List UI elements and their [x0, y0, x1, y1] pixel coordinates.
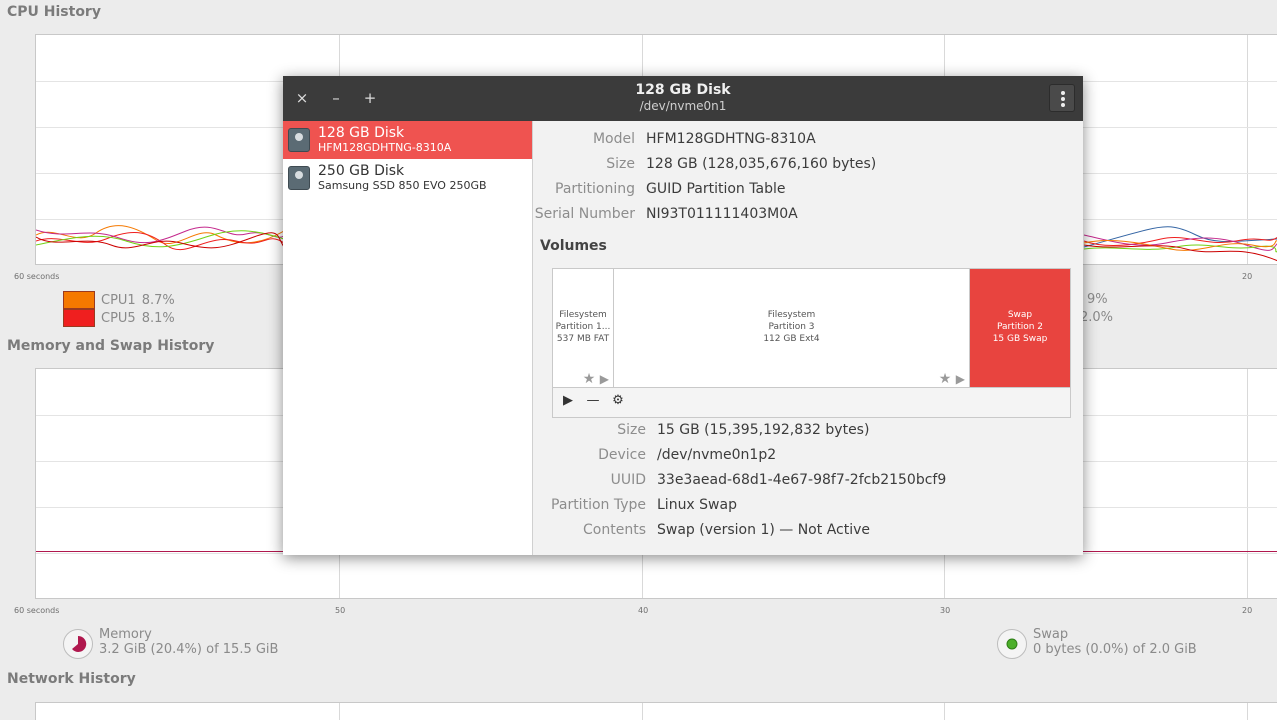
memory-label: Memory: [99, 627, 152, 642]
menu-button[interactable]: [1049, 84, 1075, 112]
serial-label: Serial Number: [534, 206, 635, 222]
partition-2-size: 15 GB Swap: [992, 334, 1048, 344]
window-title: 128 GB Disk /dev/nvme0n1: [283, 82, 1083, 113]
cpu1-label: CPU1: [101, 292, 136, 308]
disks-window: × – + 128 GB Disk /dev/nvme0n1 128 GB Di…: [283, 76, 1083, 555]
cpu1-value: 8.7%: [141, 292, 175, 308]
vol-size-value: 15 GB (15,395,192,832 bytes): [657, 422, 870, 438]
disk-item-250gb[interactable]: 250 GB Disk Samsung SSD 850 EVO 250GB: [283, 159, 532, 197]
cpu1-legend[interactable]: CPU1 8.7%: [63, 291, 175, 309]
swap-legend[interactable]: Swap 0 bytes (0.0%) of 2.0 GiB: [997, 627, 1197, 659]
swap-label: Swap: [1033, 627, 1069, 642]
vol-uuid-value: 33e3aead-68d1-4e67-98f7-2fcb2150bcf9: [657, 472, 947, 488]
cpu-legend-right-1: 9%: [1087, 292, 1108, 307]
vol-contents-row: Contents Swap (version 1) — Not Active: [534, 518, 870, 543]
disk-item-128gb[interactable]: 128 GB Disk HFM128GDHTNG-8310A: [283, 121, 532, 159]
remove-minus-icon[interactable]: —: [584, 393, 602, 408]
memory-history-title: Memory and Swap History: [7, 338, 215, 354]
swap-line: [36, 598, 1277, 599]
cpu1-color-swatch[interactable]: [63, 291, 95, 309]
vol-size-row: Size 15 GB (15,395,192,832 bytes): [534, 418, 869, 443]
star-icon: ★: [938, 371, 952, 387]
partition-1-name: Partition 1...: [555, 322, 611, 332]
settings-gears-icon[interactable]: ⚙: [609, 393, 627, 408]
vol-uuid-label: UUID: [610, 472, 646, 488]
disk-device: /dev/nvme0n1: [639, 99, 727, 113]
partition-3-size: 112 GB Ext4: [763, 334, 820, 344]
size-label: Size: [606, 156, 635, 172]
volumes-heading: Volumes: [540, 238, 607, 254]
partition-2-type: Swap: [1007, 310, 1033, 320]
partition-1-block[interactable]: Filesystem Partition 1... 537 MB FAT ★ ▶: [553, 269, 614, 388]
volume-toolbar: ▶ — ⚙: [553, 387, 1070, 417]
size-row: Size 128 GB (128,035,676,160 bytes): [534, 152, 876, 177]
mem-axis-60: 60 seconds: [14, 606, 60, 615]
cpu5-value: 8.1%: [141, 310, 175, 326]
star-icon: ★: [582, 371, 596, 387]
vol-ptype-row: Partition Type Linux Swap: [534, 493, 737, 518]
cpu-axis-20: 20: [1242, 272, 1253, 281]
disk-item-name: 250 GB Disk: [318, 163, 405, 179]
cpu5-legend[interactable]: CPU5 8.1%: [63, 309, 175, 327]
serial-value: NI93T011111403M0A: [646, 206, 798, 222]
play-icon: ▶: [599, 372, 609, 386]
partitioning-row: Partitioning GUID Partition Table: [534, 177, 785, 202]
cpu5-label: CPU5: [101, 310, 136, 326]
partitioning-value: GUID Partition Table: [646, 181, 786, 197]
partition-2-block[interactable]: Swap Partition 2 15 GB Swap: [970, 269, 1070, 388]
partitioning-label: Partitioning: [555, 181, 635, 197]
network-history-title: Network History: [7, 671, 136, 687]
partition-3-name: Partition 3: [768, 322, 815, 332]
partition-3-icons: ★ ▶: [938, 371, 965, 387]
mem-axis-50: 50: [335, 606, 346, 615]
titlebar[interactable]: × – + 128 GB Disk /dev/nvme0n1: [283, 76, 1083, 121]
vol-ptype-label: Partition Type: [551, 497, 646, 513]
swap-pie-icon[interactable]: [997, 629, 1027, 659]
disk-details: Model HFM128GDHTNG-8310A Size 128 GB (12…: [534, 121, 1083, 555]
model-value: HFM128GDHTNG-8310A: [646, 131, 816, 147]
disk-list: 128 GB Disk HFM128GDHTNG-8310A 250 GB Di…: [283, 121, 533, 555]
cpu-history-title: CPU History: [7, 4, 101, 20]
mem-axis-40: 40: [638, 606, 649, 615]
drive-icon: [288, 166, 310, 190]
disk-item-name: 128 GB Disk: [318, 125, 405, 141]
partition-2-name: Partition 2: [996, 322, 1044, 332]
vol-device-row: Device /dev/nvme0n1p2: [534, 443, 776, 468]
memory-legend[interactable]: Memory 3.2 GiB (20.4%) of 15.5 GiB: [63, 627, 278, 659]
vol-device-label: Device: [598, 447, 646, 463]
vol-uuid-row: UUID 33e3aead-68d1-4e67-98f7-2fcb2150bcf…: [534, 468, 947, 493]
network-graph: [35, 702, 1277, 720]
model-label: Model: [592, 131, 635, 147]
size-value: 128 GB (128,035,676,160 bytes): [646, 156, 877, 172]
volume-map: Filesystem Partition 1... 537 MB FAT ★ ▶…: [552, 268, 1071, 418]
partition-1-size: 537 MB FAT: [556, 334, 610, 344]
serial-row: Serial Number NI93T011111403M0A: [534, 202, 798, 227]
partition-3-type: Filesystem: [767, 310, 816, 320]
mem-axis-20: 20: [1242, 606, 1253, 615]
disk-title: 128 GB Disk: [635, 82, 731, 98]
play-icon: ▶: [955, 372, 965, 386]
vol-contents-value: Swap (version 1) — Not Active: [657, 522, 870, 538]
partition-1-type: Filesystem: [559, 310, 607, 320]
cpu-axis-60: 60 seconds: [14, 272, 60, 281]
cpu-legend-right-2: 2.0%: [1080, 310, 1114, 325]
vol-ptype-value: Linux Swap: [657, 497, 737, 513]
drive-icon: [288, 128, 310, 152]
disk-item-model: HFM128GDHTNG-8310A: [318, 141, 452, 154]
cpu5-color-swatch[interactable]: [63, 309, 95, 327]
menu-dots-icon: [1061, 91, 1065, 95]
vol-size-label: Size: [617, 422, 646, 438]
vol-contents-label: Contents: [583, 522, 646, 538]
swap-value: 0 bytes (0.0%) of 2.0 GiB: [1033, 642, 1197, 657]
disk-item-model: Samsung SSD 850 EVO 250GB: [318, 179, 487, 192]
partition-1-icons: ★ ▶: [582, 371, 609, 387]
vol-device-value: /dev/nvme0n1p2: [657, 447, 777, 463]
partition-3-block[interactable]: Filesystem Partition 3 112 GB Ext4 ★ ▶: [614, 269, 970, 388]
mount-play-icon[interactable]: ▶: [559, 393, 577, 408]
memory-pie-icon[interactable]: [63, 629, 93, 659]
memory-value: 3.2 GiB (20.4%) of 15.5 GiB: [99, 642, 279, 657]
mem-axis-30: 30: [940, 606, 951, 615]
model-row: Model HFM128GDHTNG-8310A: [534, 127, 816, 152]
